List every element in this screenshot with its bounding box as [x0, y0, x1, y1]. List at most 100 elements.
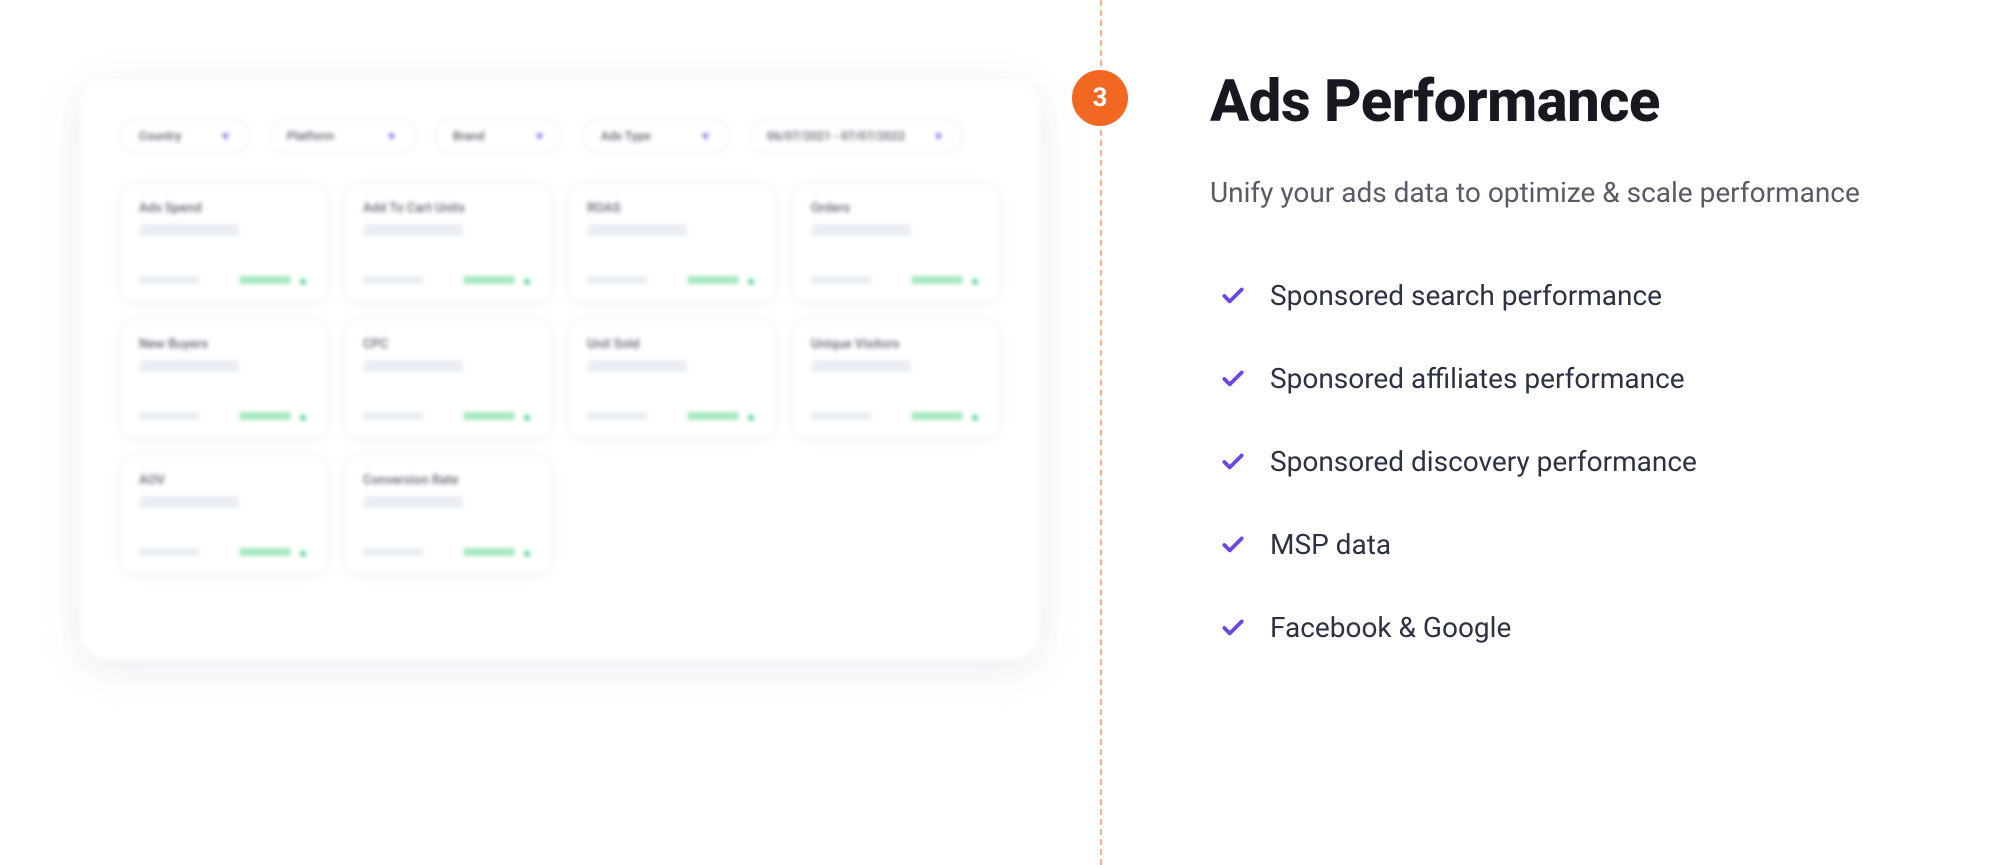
- vertical-divider: [1100, 0, 1102, 865]
- feature-text: Sponsored search performance: [1270, 279, 1662, 312]
- trend-up-icon: ▲: [297, 409, 309, 423]
- feature-item: Sponsored discovery performance: [1220, 445, 1919, 478]
- trend-up-icon: ▲: [521, 545, 533, 559]
- metric-card-orders: Orders ▲: [792, 182, 1000, 302]
- dashboard-preview: Country ▼ Platform ▼ Brand ▼ Ads Type ▼ …: [0, 0, 1060, 865]
- check-icon: [1220, 615, 1246, 641]
- filter-platform[interactable]: Platform ▼: [268, 118, 416, 154]
- check-icon: [1220, 532, 1246, 558]
- metric-card-roas: ROAS ▲: [568, 182, 776, 302]
- placeholder-bar: [363, 276, 423, 284]
- placeholder-bar: [139, 412, 199, 420]
- placeholder-bar: [811, 276, 871, 284]
- metric-title: New Buyers: [139, 337, 309, 352]
- trend-bar: [911, 412, 963, 420]
- metric-card-ads-spend: Ads Spend ▲: [120, 182, 328, 302]
- metric-title: Unit Sold: [587, 337, 757, 352]
- trend-up-icon: ▲: [745, 409, 757, 423]
- chevron-down-icon: ▼: [933, 130, 944, 143]
- feature-text: Facebook & Google: [1270, 611, 1511, 644]
- trend-bar: [911, 276, 963, 284]
- feature-text: Sponsored affiliates performance: [1270, 362, 1685, 395]
- placeholder-bar: [139, 276, 199, 284]
- filter-label: Platform: [287, 129, 334, 143]
- step-number: 3: [1093, 83, 1108, 113]
- metric-card-conversion-rate: Conversion Rate ▲: [344, 454, 552, 574]
- filter-label: 06/07/2021 - 07/07/2022: [767, 129, 905, 143]
- trend-bar: [463, 276, 515, 284]
- dashboard-mock-container: Country ▼ Platform ▼ Brand ▼ Ads Type ▼ …: [80, 80, 1040, 660]
- trend-up-icon: ▲: [745, 273, 757, 287]
- placeholder-bar: [811, 412, 871, 420]
- placeholder-bar: [363, 224, 463, 236]
- trend-bar: [239, 412, 291, 420]
- feature-item: Facebook & Google: [1220, 611, 1919, 644]
- chevron-down-icon: ▼: [386, 130, 397, 143]
- metric-card-unit-sold: Unit Sold ▲: [568, 318, 776, 438]
- placeholder-bar: [139, 548, 199, 556]
- placeholder-bar: [811, 224, 911, 236]
- placeholder-bar: [587, 276, 647, 284]
- check-icon: [1220, 283, 1246, 309]
- filter-label: Brand: [453, 129, 485, 143]
- trend-bar: [687, 276, 739, 284]
- content-panel: Ads Performance Unify your ads data to o…: [1060, 0, 1999, 865]
- placeholder-bar: [139, 224, 239, 236]
- page-subtitle: Unify your ads data to optimize & scale …: [1210, 176, 1919, 209]
- placeholder-bar: [363, 548, 423, 556]
- trend-bar: [463, 548, 515, 556]
- filter-brand[interactable]: Brand ▼: [434, 118, 564, 154]
- placeholder-bar: [139, 496, 239, 508]
- placeholder-bar: [587, 224, 687, 236]
- metric-title: AOV: [139, 473, 309, 488]
- metric-title: Conversion Rate: [363, 473, 533, 488]
- feature-list: Sponsored search performance Sponsored a…: [1210, 279, 1919, 644]
- chevron-down-icon: ▼: [220, 130, 231, 143]
- trend-up-icon: ▲: [297, 273, 309, 287]
- feature-item: Sponsored affiliates performance: [1220, 362, 1919, 395]
- step-number-badge: 3: [1072, 70, 1128, 126]
- feature-text: Sponsored discovery performance: [1270, 445, 1697, 478]
- feature-text: MSP data: [1270, 528, 1391, 561]
- trend-bar: [687, 412, 739, 420]
- metric-card-cpc: CPC ▲: [344, 318, 552, 438]
- trend-bar: [239, 276, 291, 284]
- metric-title: ROAS: [587, 201, 757, 216]
- feature-item: MSP data: [1220, 528, 1919, 561]
- metric-title: CPC: [363, 337, 533, 352]
- metric-title: Unique Visitors: [811, 337, 981, 352]
- filter-label: Ads Type: [601, 129, 651, 143]
- placeholder-bar: [139, 360, 239, 372]
- filter-label: Country: [139, 129, 181, 143]
- placeholder-bar: [811, 360, 911, 372]
- trend-up-icon: ▲: [969, 409, 981, 423]
- trend-up-icon: ▲: [297, 545, 309, 559]
- check-icon: [1220, 366, 1246, 392]
- metric-title: Ads Spend: [139, 201, 309, 216]
- filter-ads-type[interactable]: Ads Type ▼: [582, 118, 730, 154]
- chevron-down-icon: ▼: [534, 130, 545, 143]
- trend-up-icon: ▲: [969, 273, 981, 287]
- metric-card-new-buyers: New Buyers ▲: [120, 318, 328, 438]
- metric-card-aov: AOV ▲: [120, 454, 328, 574]
- trend-bar: [239, 548, 291, 556]
- trend-up-icon: ▲: [521, 409, 533, 423]
- filter-country[interactable]: Country ▼: [120, 118, 250, 154]
- placeholder-bar: [587, 412, 647, 420]
- page-title: Ads Performance: [1210, 68, 1919, 136]
- trend-bar: [463, 412, 515, 420]
- placeholder-bar: [587, 360, 687, 372]
- metric-card-add-to-cart: Add To Cart Units ▲: [344, 182, 552, 302]
- feature-item: Sponsored search performance: [1220, 279, 1919, 312]
- metric-title: Orders: [811, 201, 981, 216]
- placeholder-bar: [363, 412, 423, 420]
- trend-up-icon: ▲: [521, 273, 533, 287]
- metric-card-unique-visitors: Unique Visitors ▲: [792, 318, 1000, 438]
- metric-title: Add To Cart Units: [363, 201, 533, 216]
- metrics-grid: Ads Spend ▲ Add To Cart Units: [120, 182, 1000, 574]
- chevron-down-icon: ▼: [700, 130, 711, 143]
- filter-date-range[interactable]: 06/07/2021 - 07/07/2022 ▼: [748, 118, 963, 154]
- check-icon: [1220, 449, 1246, 475]
- filters-row: Country ▼ Platform ▼ Brand ▼ Ads Type ▼ …: [120, 118, 1000, 154]
- placeholder-bar: [363, 496, 463, 508]
